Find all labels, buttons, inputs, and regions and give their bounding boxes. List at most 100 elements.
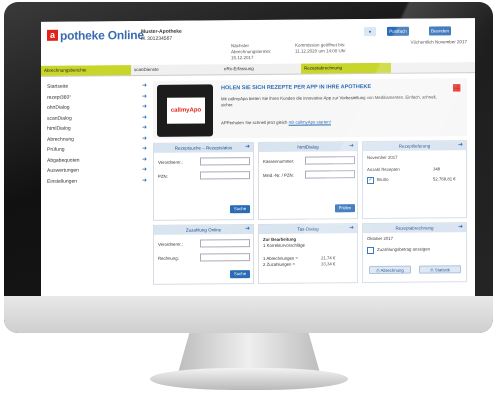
search-button[interactable]: Suche: [230, 270, 250, 279]
delivery-month: November 2017: [367, 154, 398, 161]
card-title: Rezeptabrechnung: [395, 225, 434, 231]
logo-text[interactable]: potheke Online: [60, 28, 144, 43]
phone-brand: callmyApo: [167, 97, 205, 124]
arrow-right-icon[interactable]: ➜: [349, 224, 354, 233]
card-title: htmlDialog: [297, 144, 319, 150]
logo-mark: a: [47, 29, 58, 41]
rechnung-input[interactable]: [200, 253, 250, 262]
arrow-right-icon: ➜: [141, 177, 147, 184]
arrow-right-icon: ➜: [141, 82, 147, 90]
arrow-right-icon: ➜: [141, 166, 147, 174]
card-header: Tax-Dialog ➜: [259, 224, 357, 234]
tax-line1[interactable]: 1 Korrekturvorschläge: [263, 243, 305, 249]
arrow-right-icon[interactable]: ➜: [458, 223, 463, 232]
arrow-right-icon: ➜: [141, 93, 147, 100]
count-value: 348: [433, 166, 441, 172]
card-header: htmlDialog ➜: [259, 142, 357, 152]
show-copay-checkbox[interactable]: [367, 246, 374, 255]
banner-link-line: APPerholen Sie schnell jetzt gleich mit …: [221, 119, 331, 125]
card-tax-dialog: Tax-Dialog ➜ Zur Bearbeitung 1 Korrekturv…: [258, 223, 358, 284]
sidebar-item-label: Prüfung: [47, 146, 65, 153]
banner-link-prefix: APPerholen Sie schnell jetzt gleich: [221, 119, 288, 126]
phone-image: callmyApo: [157, 84, 213, 137]
verordner-input[interactable]: [200, 157, 250, 166]
gross-label: Brutto: [377, 176, 389, 182]
card-rezeptsuche: Rezeptsuche – Rezeptstatus ➜ Verordnernr.…: [153, 142, 254, 221]
sidebar-item-label: Auswertungen: [47, 167, 79, 174]
sidebar: Startseite ➜ rezept360° ➜ ohnDialog ➜ scanD…: [47, 81, 147, 187]
card-zuzahlung: Zuzahlung Online ➜ Verordnernr.: Rechnung…: [153, 224, 254, 285]
logout-button[interactable]: Beenden: [429, 26, 451, 36]
arrow-right-icon[interactable]: ➜: [245, 143, 250, 152]
check-icon: ✓: [367, 176, 374, 185]
tab-rezeptabrechnung[interactable]: Rezeptabrechnung: [301, 62, 391, 74]
sidebar-item-label: Startseite: [47, 83, 69, 90]
app-header: a potheke Online Muster-Apotheke IK 3012…: [41, 18, 475, 64]
arrow-right-icon[interactable]: ➜: [458, 141, 463, 150]
mind-pzn-input[interactable]: [305, 170, 355, 179]
pzn-input[interactable]: [200, 171, 250, 180]
label-mind-pzn: Mind.-Nr. / PZN:: [263, 172, 294, 178]
arrow-right-icon: ➜: [141, 145, 147, 153]
user-icon[interactable]: ●: [364, 26, 376, 37]
pharmacy-id: IK 301234567: [141, 35, 173, 43]
statistik-button[interactable]: ⎙ Statistik: [419, 265, 461, 274]
card-header: Zuzahlung Online ➜: [154, 225, 253, 235]
abrechnung-button[interactable]: ⎙ Abrechnung: [369, 265, 411, 275]
kassennummer-input[interactable]: [305, 156, 355, 165]
tax-line3-label[interactable]: 2 Zuzahlungen =: [263, 262, 295, 268]
app-logo-icon: ▦: [452, 82, 461, 93]
card-header: Rezeptsuche – Rezeptstatus ➜: [154, 143, 253, 153]
card-header: Rezeptlieferung ➜: [363, 141, 466, 152]
card-title: Zuzahlung Online: [185, 227, 222, 233]
label-kassennummer: Kassennummer:: [263, 158, 295, 164]
gross-value: 52.768,81 €: [433, 176, 456, 182]
card-rezeptabrechnung: Rezeptabrechnung ➜ Oktober 2017 Zuzahlung…: [362, 222, 467, 284]
tab-abrechnungsberichte[interactable]: Abrechnungsberichte: [41, 65, 131, 76]
card-title: Rezeptsuche – Rezeptstatus: [174, 145, 233, 151]
sidebar-item-label: rezept360°: [47, 94, 72, 101]
tab-scandienste[interactable]: scanDienste: [131, 64, 221, 75]
banner-text: Mit callmyApo bieten Sie Ihren Kunden di…: [221, 94, 437, 108]
top-nav: Abrechnungsberichte scanDienste eRx-Erfa…: [41, 62, 475, 77]
label-rechnung: Rechnung:: [158, 255, 179, 261]
week-label: Vöchentlich November 2017: [410, 39, 467, 45]
tax-line3-value: 33,34 €: [321, 261, 336, 267]
monitor-chin: [4, 296, 493, 333]
label-verordner: Verordnernr.:: [158, 159, 183, 165]
pharmacy-info: Muster-Apotheke IK 301234567: [141, 29, 182, 43]
arrow-right-icon[interactable]: ➜: [349, 142, 354, 151]
screen: a potheke Online Muster-Apotheke IK 3012…: [41, 18, 475, 300]
abrechnung-label: Abrechnung: [380, 267, 404, 273]
sidebar-item-label: Einstellungen: [47, 178, 78, 185]
arrow-right-icon: ➜: [141, 103, 147, 111]
sidebar-item-einstellungen[interactable]: Einstellungen ➜: [47, 175, 147, 186]
arrow-right-icon: ➜: [141, 124, 147, 132]
monitor-frame: a potheke Online Muster-Apotheke IK 3012…: [4, 2, 493, 333]
card-rezeptlieferung: Rezeptlieferung ➜ November 2017 Anzahl Re…: [362, 140, 467, 220]
label-pzn: PZN:: [158, 173, 168, 179]
sidebar-item-label: Abgabequoten: [47, 157, 80, 164]
promo-banner: callmyApo HOLEN SIE SICH REZEPTE PER APP…: [153, 78, 467, 139]
monitor-stand-base: [150, 368, 348, 390]
arrow-right-icon[interactable]: ➜: [245, 225, 250, 234]
search-button[interactable]: Suche: [230, 205, 250, 214]
sidebar-item-label: Abrechnung: [47, 136, 74, 143]
card-htmldialog: htmlDialog ➜ Kassennummer: Mind.-Nr. / PZ…: [258, 141, 358, 220]
arrow-right-icon: ➜: [141, 156, 147, 163]
next-billing: Nächster Abrechnungstermin: 15.12.2017: [231, 43, 272, 61]
sidebar-item-label: htmlDialog: [47, 125, 71, 132]
pruefen-button[interactable]: Prüfen: [335, 204, 355, 213]
banner-link[interactable]: mit callmyApo starten!: [289, 119, 331, 124]
count-label: Anzahl Rezepten: [367, 166, 400, 173]
card-title: Tax-Dialog: [297, 226, 319, 232]
card-title: Rezeptlieferung: [398, 143, 431, 149]
zuzahlung-verordner-input[interactable]: [200, 239, 250, 248]
billing-month: Oktober 2017: [367, 235, 394, 242]
monitor-stand-neck: [178, 333, 320, 373]
tab-erx-erfassung[interactable]: eRx-Erfassung: [221, 64, 301, 75]
label-verordner: Verordnernr.:: [158, 241, 183, 247]
postfach-button[interactable]: Postfach: [387, 26, 409, 36]
banner-title: HOLEN SIE SICH REZEPTE PER APP IN IHRE A…: [221, 84, 372, 92]
card-header: Rezeptabrechnung ➜: [363, 223, 466, 234]
